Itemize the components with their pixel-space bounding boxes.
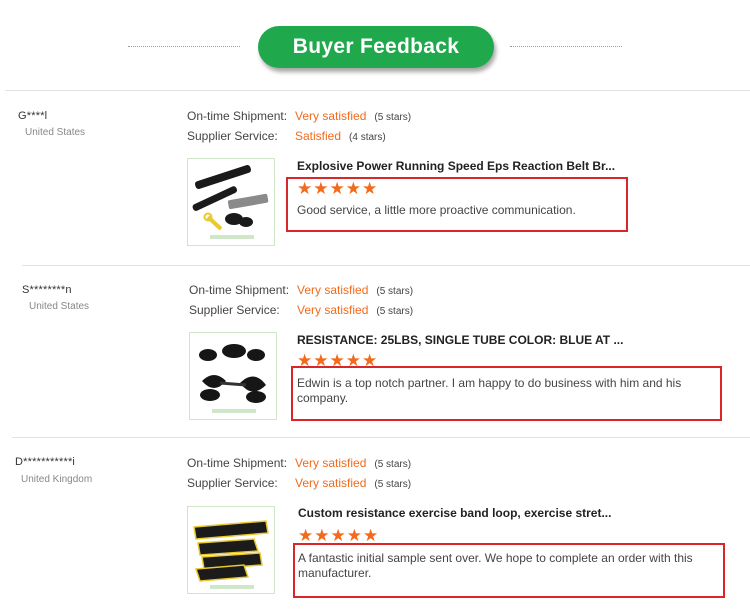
product-title[interactable]: Custom resistance exercise band loop, ex…: [298, 506, 611, 520]
header-divider-left: [128, 46, 240, 47]
service-stars: (5 stars): [376, 306, 414, 317]
shipment-stars: (5 stars): [376, 286, 414, 297]
product-title[interactable]: RESISTANCE: 25LBS, SINGLE TUBE COLOR: BL…: [297, 333, 623, 347]
shipment-label: On-time Shipment:: [187, 456, 288, 470]
buyer-country: United Kingdom: [21, 474, 93, 485]
section-divider: [22, 265, 750, 266]
product-title[interactable]: Explosive Power Running Speed Eps Reacti…: [297, 159, 615, 173]
shipment-value: Very satisfied: [297, 283, 369, 297]
feedback-comment: A fantastic initial sample sent over. We…: [298, 551, 693, 580]
product-thumbnail[interactable]: [187, 158, 275, 246]
feedback-comment: Good service, a little more proactive co…: [297, 203, 576, 217]
service-label: Supplier Service:: [189, 303, 280, 317]
service-rating: Supplier Service: Satisfied (4 stars): [187, 129, 386, 143]
service-value: Satisfied: [295, 129, 342, 143]
buyer-name: S********n: [22, 284, 72, 296]
shipment-rating: On-time Shipment: Very satisfied (5 stars): [187, 456, 411, 470]
section-divider: [12, 437, 750, 438]
service-rating: Supplier Service: Very satisfied (5 stars): [187, 476, 411, 490]
shipment-value: Very satisfied: [295, 456, 367, 470]
product-thumbnail[interactable]: [187, 506, 275, 594]
feedback-comment: Edwin is a top notch partner. I am happy…: [297, 376, 682, 405]
service-rating: Supplier Service: Very satisfied (5 stars): [189, 303, 413, 317]
service-stars: (5 stars): [374, 479, 412, 490]
shipment-label: On-time Shipment:: [189, 283, 290, 297]
section-divider: [5, 90, 750, 91]
buyer-name: D***********i: [15, 456, 76, 468]
service-stars: (4 stars): [349, 132, 386, 143]
product-thumbnail[interactable]: [189, 332, 277, 420]
shipment-stars: (5 stars): [374, 459, 412, 470]
service-label: Supplier Service:: [187, 476, 278, 490]
shipment-rating: On-time Shipment: Very satisfied (5 stars): [187, 109, 411, 123]
buyer-country: United States: [25, 127, 86, 138]
shipment-stars: (5 stars): [374, 112, 412, 123]
star-rating: ★★★★★: [298, 526, 380, 545]
shipment-rating: On-time Shipment: Very satisfied (5 stars): [189, 283, 413, 297]
shipment-value: Very satisfied: [295, 109, 367, 123]
page-title: Buyer Feedback: [258, 26, 494, 68]
shipment-label: On-time Shipment:: [187, 109, 288, 123]
buyer-name: G****l: [18, 110, 48, 122]
header-divider-right: [510, 46, 622, 47]
service-label: Supplier Service:: [187, 129, 278, 143]
buyer-country: United States: [29, 301, 90, 312]
service-value: Very satisfied: [297, 303, 369, 317]
service-value: Very satisfied: [295, 476, 367, 490]
